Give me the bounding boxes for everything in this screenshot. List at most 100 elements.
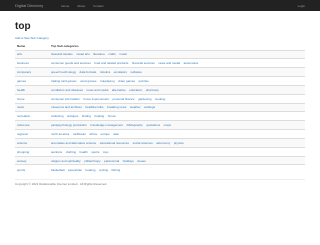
subcategory-link[interactable]: food and related products	[94, 61, 128, 65]
subcategories-cell: collecting antiques birding boating humor	[49, 111, 305, 121]
table-row: shopping auctions clothing health sports toys	[15, 146, 305, 157]
nav-contact-link[interactable]: Contact	[93, 4, 103, 8]
subcategory-link[interactable]: philanthropy	[84, 159, 100, 163]
subcategory-link[interactable]: issues	[137, 159, 146, 163]
subcategory-link[interactable]: bibliography	[127, 123, 143, 127]
subcategory-link[interactable]: quotations	[146, 123, 160, 127]
table-body: arts classical studies visual arts literatu…	[15, 49, 305, 174]
subcategory-link[interactable]: antiques	[67, 114, 78, 118]
subcategory-link[interactable]: astronomy	[156, 141, 170, 145]
subcategory-link[interactable]: music	[119, 52, 127, 56]
category-name-cell: society	[15, 155, 49, 165]
subcategory-link[interactable]: home improvement	[83, 97, 109, 101]
subcategory-link[interactable]: museums and archives	[51, 105, 82, 109]
brand-link[interactable]: Digital Directory	[15, 3, 43, 8]
subcategory-link[interactable]: financial services	[132, 61, 155, 65]
subcategory-link[interactable]: classical studies	[51, 52, 73, 56]
subcategory-link[interactable]: consumer information	[51, 97, 80, 101]
subcategory-link[interactable]: cooking	[155, 97, 165, 101]
category-link[interactable]: regional	[17, 132, 28, 136]
subcategory-link[interactable]: pharmacy	[146, 88, 159, 92]
nav-home-link[interactable]: Home	[61, 4, 69, 8]
category-link[interactable]: games	[17, 79, 26, 83]
subcategory-link[interactable]: word games	[80, 79, 96, 83]
subcategory-link[interactable]: paranormal	[104, 159, 119, 163]
subcategory-link[interactable]: physics	[174, 141, 184, 145]
category-name-cell: games	[15, 76, 49, 86]
subcategory-link[interactable]: clothing	[66, 150, 76, 154]
subcategory-link[interactable]: africa	[90, 132, 97, 136]
subcategory-link[interactable]: alternative	[112, 88, 126, 92]
subcategory-link[interactable]: caribbean	[73, 132, 86, 136]
subcategory-link[interactable]: crafts	[108, 52, 115, 56]
category-link[interactable]: recreation	[17, 114, 30, 118]
category-link[interactable]: home	[17, 97, 25, 101]
subcategory-link[interactable]: social sciences	[133, 141, 153, 145]
subcategory-link[interactable]: cycling	[99, 168, 108, 172]
table-row: society religion and spirituality philanth…	[15, 155, 305, 165]
category-link[interactable]: computers	[17, 70, 31, 74]
subcategory-link[interactable]: boating	[94, 114, 104, 118]
subcategory-link[interactable]: sports	[91, 150, 99, 154]
subcategory-link[interactable]: boating	[86, 168, 96, 172]
subcategory-link[interactable]: visual arts	[76, 52, 90, 56]
category-link[interactable]: business	[17, 61, 29, 65]
subcategory-link[interactable]: speech technology	[51, 70, 76, 74]
subcategory-link[interactable]: collecting	[51, 114, 64, 118]
subcategory-link[interactable]: knowledge management	[90, 123, 123, 127]
page-title: top	[15, 21, 31, 32]
login-link[interactable]: Login	[298, 4, 305, 8]
subcategory-link[interactable]: maps	[164, 123, 171, 127]
subcategory-link[interactable]: software	[130, 70, 141, 74]
subcategory-link[interactable]: basketball	[51, 168, 65, 172]
subcategory-link[interactable]: weblogs	[144, 105, 155, 109]
subcategory-link[interactable]: trading card games	[51, 79, 77, 83]
subcategory-link[interactable]: equestrian	[68, 168, 82, 172]
subcategory-link[interactable]: fishing	[112, 168, 121, 172]
subcategory-link[interactable]: puzzles	[139, 79, 149, 83]
subcategory-link[interactable]: gardening	[138, 97, 151, 101]
add-subcategory-link[interactable]: Add a New Sub Category	[15, 36, 305, 40]
subcategory-link[interactable]: birding	[82, 114, 91, 118]
subcategory-link[interactable]: robotics	[100, 70, 111, 74]
category-link[interactable]: health	[17, 88, 25, 92]
subcategory-link[interactable]: education	[129, 88, 142, 92]
category-link[interactable]: shopping	[17, 150, 29, 154]
subcategory-link[interactable]: data formats	[80, 70, 97, 74]
subcategory-link[interactable]: headline links	[85, 105, 103, 109]
category-link[interactable]: science	[17, 141, 27, 145]
subcategory-link[interactable]: toys	[103, 150, 109, 154]
subcategory-link[interactable]: humor	[108, 114, 117, 118]
subcategory-link[interactable]: parapsychology production	[51, 123, 87, 127]
category-link[interactable]: society	[17, 159, 26, 163]
subcategory-link[interactable]: europe	[100, 132, 109, 136]
table-row: computers speech technology data formats ro…	[15, 67, 305, 77]
subcategory-link[interactable]: news and media	[87, 88, 109, 92]
subcategory-link[interactable]: religion and spirituality	[51, 159, 81, 163]
subcategory-link[interactable]: weather	[130, 105, 141, 109]
subcategory-link[interactable]: educational resources	[100, 141, 129, 145]
subcategory-link[interactable]: news and media	[158, 61, 180, 65]
subcategory-link[interactable]: breaking news	[107, 105, 126, 109]
category-link[interactable]: arts	[17, 52, 22, 56]
subcategory-link[interactable]: asia	[113, 132, 119, 136]
subcategory-link[interactable]: holidays	[123, 159, 134, 163]
category-link[interactable]: sports	[17, 168, 25, 172]
category-name-cell: arts	[15, 49, 49, 59]
category-link[interactable]: news	[17, 105, 24, 109]
subcategory-link[interactable]: conditions and diseases	[51, 88, 83, 92]
nav-about-link[interactable]: About	[77, 4, 85, 8]
subcategory-link[interactable]: health	[80, 150, 88, 154]
subcategory-link[interactable]: auctions	[51, 150, 62, 154]
subcategory-link[interactable]: north america	[51, 132, 69, 136]
subcategory-link[interactable]: literature	[93, 52, 105, 56]
subcategory-link[interactable]: emulators	[114, 70, 127, 74]
subcategory-link[interactable]: anomalies and alternative science	[51, 141, 96, 145]
category-link[interactable]: reference	[17, 123, 30, 127]
subcategory-link[interactable]: personal finance	[113, 97, 135, 101]
subcategory-link[interactable]: automotive	[184, 61, 199, 65]
subcategory-link[interactable]: roleplaying	[100, 79, 115, 83]
subcategory-link[interactable]: consumer goods and services	[51, 61, 91, 65]
table-row: recreation collecting antiques birding boati…	[15, 111, 305, 121]
subcategory-link[interactable]: video games	[118, 79, 135, 83]
